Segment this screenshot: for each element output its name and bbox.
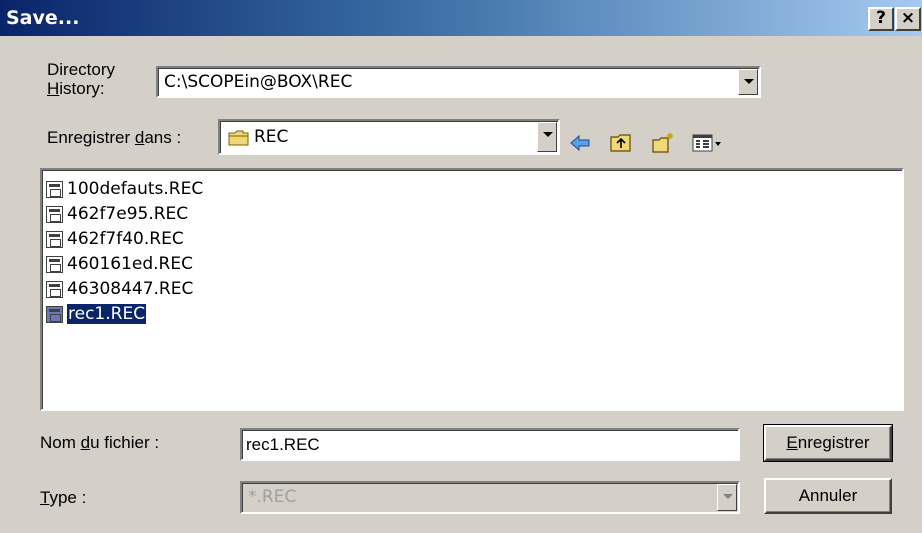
save-in-dropdown-button[interactable] [537, 122, 557, 152]
save-in-value: REC [254, 127, 289, 147]
file-icon [46, 255, 63, 273]
list-item[interactable]: 100defauts.REC [46, 178, 203, 200]
type-label: Type : [40, 488, 87, 507]
directory-history-dropdown-button[interactable] [738, 69, 758, 95]
view-menu-icon[interactable] [692, 132, 724, 154]
window-title: Save... [6, 7, 80, 29]
list-item[interactable]: 462f7f40.REC [46, 228, 184, 250]
type-combo: *.REC [240, 481, 740, 514]
filename-label: Nom du fichier : [40, 433, 160, 452]
new-folder-icon[interactable] [651, 132, 675, 154]
folder-icon [228, 130, 249, 146]
save-button[interactable]: Enregistrer [763, 424, 893, 462]
file-icon [46, 205, 63, 223]
help-button[interactable]: ? [868, 7, 894, 31]
directory-history-combo[interactable]: C:\SCOPEin@BOX\REC [156, 66, 761, 98]
filename-input[interactable]: rec1.REC [240, 428, 740, 461]
filename-value: rec1.REC [246, 435, 320, 454]
up-folder-icon[interactable] [609, 132, 633, 154]
cancel-button[interactable]: Annuler [764, 478, 892, 514]
directory-history-value: C:\SCOPEin@BOX\REC [164, 72, 353, 92]
file-icon [46, 180, 63, 198]
file-icon [46, 230, 63, 248]
list-item-selected[interactable]: rec1.REC [46, 303, 148, 325]
file-icon [46, 305, 63, 323]
save-in-combo[interactable]: REC [218, 119, 560, 155]
directory-history-label: Directory History: [47, 60, 116, 98]
type-value: *.REC [248, 487, 297, 507]
back-arrow-icon[interactable] [568, 132, 592, 154]
save-in-label: Enregistrer dans : [47, 128, 182, 147]
list-item[interactable]: 460161ed.REC [46, 253, 193, 275]
list-item[interactable]: 46308447.REC [46, 278, 193, 300]
list-item[interactable]: 462f7e95.REC [46, 203, 188, 225]
file-list[interactable]: 100defauts.REC 462f7e95.REC 462f7f40.REC… [40, 168, 904, 411]
file-icon [46, 280, 63, 298]
type-dropdown-button [717, 484, 737, 511]
title-bar[interactable]: Save... ? × [0, 0, 922, 36]
close-button[interactable]: × [895, 7, 921, 31]
